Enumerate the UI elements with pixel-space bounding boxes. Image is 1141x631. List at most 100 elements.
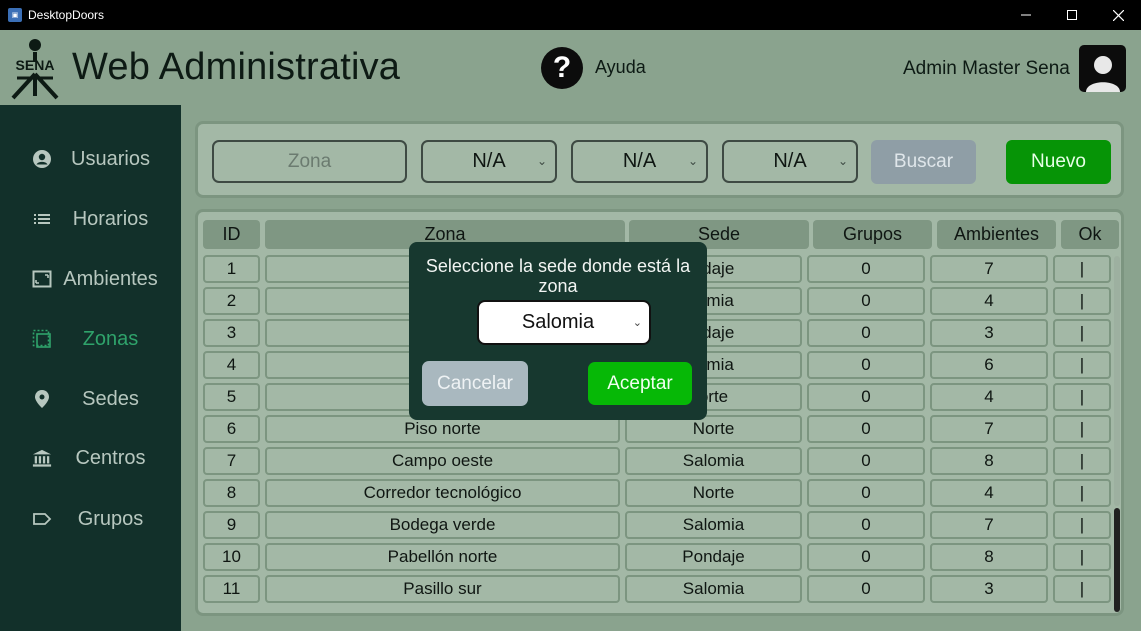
sidebar-item-sedes[interactable]: Sedes [0,379,181,419]
new-button[interactable]: Nuevo [1006,140,1111,184]
sede-select[interactable]: Salomia ⌄ [477,300,651,345]
cell-id: 3 [203,319,260,347]
cell-id: 11 [203,575,260,603]
user-name: Admin Master Sena [903,58,1070,79]
maximize-icon [1067,10,1077,20]
filter-bar: Zona N/A ⌄ N/A ⌄ N/A ⌄ Buscar Nuevo [195,121,1124,198]
dialog-title: Seleccione la sede donde está la zona [425,256,691,296]
sidebar-item-label: Usuarios [71,147,150,170]
column-header-ok[interactable]: Ok [1061,220,1119,249]
cell-id: 9 [203,511,260,539]
close-button[interactable] [1095,0,1141,30]
column-header-grupos[interactable]: Grupos [813,220,932,249]
cell-ok[interactable]: | [1053,415,1111,443]
cell-ambientes: 6 [930,351,1048,379]
cell-sede: Salomia [625,447,802,475]
cancel-button[interactable]: Cancelar [422,361,528,406]
cell-zona: Corredor tecnológico [265,479,620,507]
window-titlebar: ▣ DesktopDoors [0,0,1141,30]
avatar[interactable] [1079,45,1126,92]
cell-ambientes: 4 [930,383,1048,411]
cell-ok[interactable]: | [1053,479,1111,507]
cell-grupos: 0 [807,543,925,571]
cell-ambientes: 7 [930,415,1048,443]
sidebar-item-label: Zonas [82,327,139,350]
cell-grupos: 0 [807,479,925,507]
sidebar-item-label: Sedes [82,387,139,410]
cell-ok[interactable]: | [1053,255,1111,283]
cell-ok[interactable]: | [1053,383,1111,411]
search-button[interactable]: Buscar [871,140,976,184]
cell-ok[interactable]: | [1053,447,1111,475]
cell-id: 7 [203,447,260,475]
help-link[interactable]: Ayuda [595,57,646,78]
cell-grupos: 0 [807,255,925,283]
table-row[interactable]: 8 Corredor tecnológico Norte 0 4 | [202,479,1115,511]
sidebar-item-ambientes[interactable]: Ambientes [0,259,181,299]
cell-ok[interactable]: | [1053,575,1111,603]
cell-ambientes: 3 [930,319,1048,347]
accept-button[interactable]: Aceptar [588,362,692,405]
cell-grupos: 0 [807,575,925,603]
scrollbar-thumb[interactable] [1114,508,1120,612]
column-header-ambientes[interactable]: Ambientes [937,220,1056,249]
table-scrollbar[interactable] [1113,256,1121,613]
filter-select-1-value: N/A [472,150,506,172]
minimize-icon [1021,14,1031,16]
cell-zona: Pasillo sur [265,575,620,603]
sidebar-item-label: Grupos [77,507,144,530]
help-icon[interactable]: ? [541,47,583,89]
scrollbar-track [1114,256,1120,506]
cell-sede: Salomia [625,511,802,539]
cell-id: 8 [203,479,260,507]
table-row[interactable]: 7 Campo oeste Salomia 0 8 | [202,447,1115,479]
logo-text: SENA [16,57,55,73]
close-icon [1112,9,1124,21]
sidebar-item-label: Horarios [72,207,149,230]
user-avatar-icon [1085,56,1120,92]
window-controls [1003,0,1141,30]
table-row[interactable]: 10 Pabellón norte Pondaje 0 8 | [202,543,1115,575]
sidebar-item-grupos[interactable]: Grupos [0,499,181,539]
sidebar-item-label: Ambientes [63,267,158,290]
cell-grupos: 0 [807,287,925,315]
filter-select-1[interactable]: N/A ⌄ [421,140,557,183]
table-row[interactable]: 9 Bodega verde Salomia 0 7 | [202,511,1115,543]
chevron-down-icon: ⌄ [837,154,848,168]
filter-select-2[interactable]: N/A ⌄ [571,140,708,183]
column-header-id[interactable]: ID [203,220,260,249]
cell-ok[interactable]: | [1053,287,1111,315]
zona-search-input[interactable]: Zona [212,140,407,183]
cell-ok[interactable]: | [1053,543,1111,571]
cell-id: 2 [203,287,260,315]
cell-id: 1 [203,255,260,283]
cell-ok[interactable]: | [1053,351,1111,379]
sidebar-item-usuarios[interactable]: Usuarios [0,139,181,179]
cell-ok[interactable]: | [1053,511,1111,539]
minimize-button[interactable] [1003,0,1049,30]
sidebar: Usuarios Horarios Ambientes Zonas Sedes … [0,105,181,631]
cell-ok[interactable]: | [1053,319,1111,347]
filter-select-3[interactable]: N/A ⌄ [722,140,858,183]
cell-id: 5 [203,383,260,411]
cell-id: 10 [203,543,260,571]
app-icon: ▣ [8,8,22,22]
sidebar-item-zonas[interactable]: Zonas [0,319,181,359]
filter-select-2-value: N/A [622,150,657,172]
cell-ambientes: 8 [930,543,1048,571]
cell-ambientes: 4 [930,287,1048,315]
cell-zona: Bodega verde [265,511,620,539]
sidebar-item-horarios[interactable]: Horarios [0,199,181,239]
filter-select-3-value: N/A [773,150,807,172]
cell-grupos: 0 [807,511,925,539]
sidebar-item-centros[interactable]: Centros [0,438,181,478]
cell-grupos: 0 [807,447,925,475]
window-title: DesktopDoors [28,8,105,22]
maximize-button[interactable] [1049,0,1095,30]
cell-id: 4 [203,351,260,379]
cell-sede: Salomia [625,575,802,603]
cell-ambientes: 4 [930,479,1048,507]
page-title: Web Administrativa [72,46,401,88]
table-row[interactable]: 11 Pasillo sur Salomia 0 3 | [202,575,1115,607]
chevron-down-icon: ⌄ [536,154,547,168]
